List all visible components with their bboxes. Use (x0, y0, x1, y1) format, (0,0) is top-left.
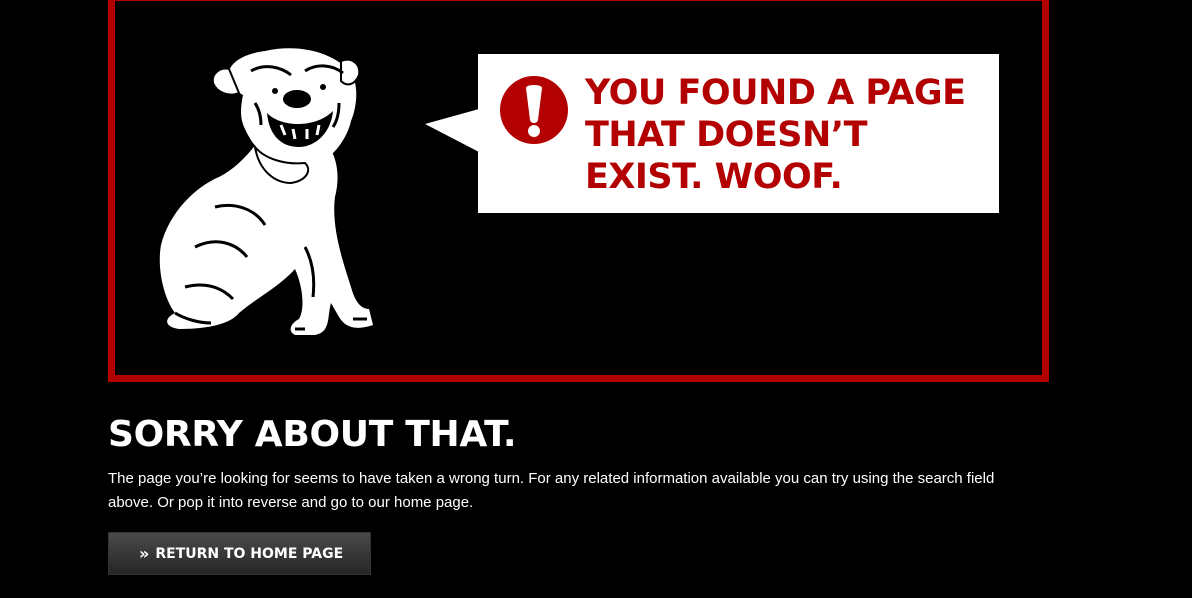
return-home-button[interactable]: » RETURN TO HOME PAGE (108, 532, 371, 575)
exclamation-circle-icon (500, 76, 568, 144)
page-title: SORRY ABOUT THAT. (108, 414, 517, 455)
speech-bubble: YOU FOUND A PAGE THAT DOESN’T EXIST. WOO… (425, 54, 999, 213)
speech-bubble-tail (425, 109, 479, 152)
double-chevron-right-icon: » (139, 543, 150, 563)
error-hero-panel: YOU FOUND A PAGE THAT DOESN’T EXIST. WOO… (108, 0, 1049, 382)
error-description: The page you’re looking for seems to hav… (108, 470, 995, 511)
return-home-button-label: RETURN TO HOME PAGE (155, 545, 344, 562)
bulldog-illustration (155, 47, 425, 347)
error-headline: YOU FOUND A PAGE THAT DOESN’T EXIST. WOO… (585, 73, 966, 197)
